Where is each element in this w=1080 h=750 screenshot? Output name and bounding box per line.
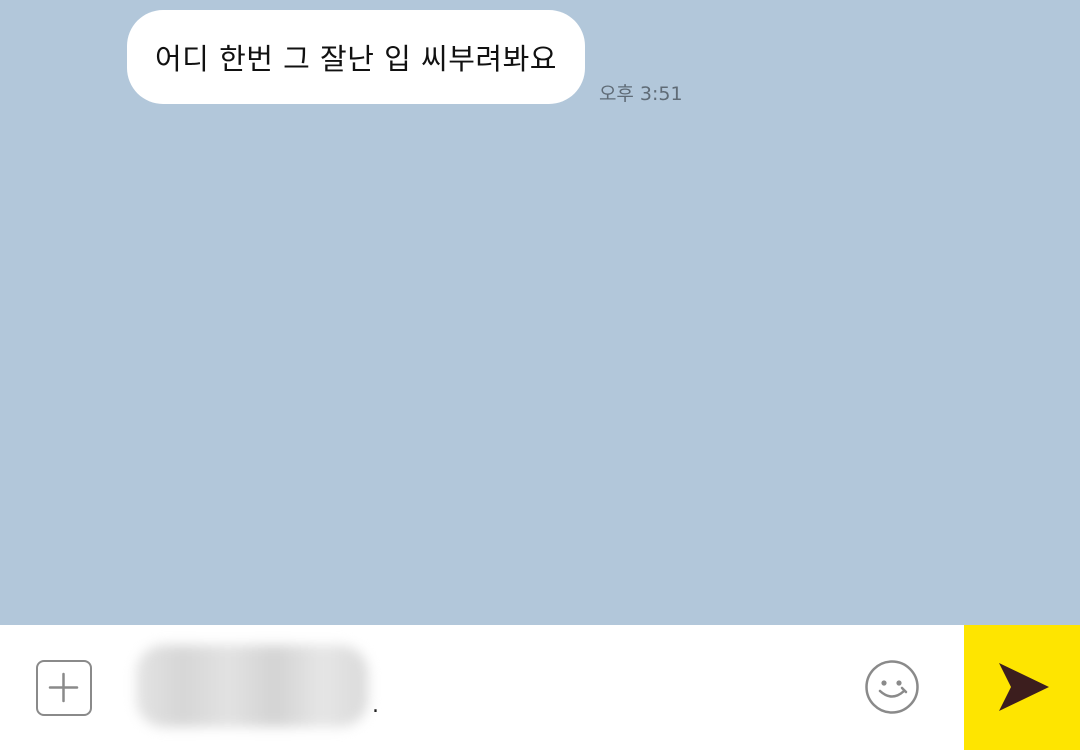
smiley-icon [865,660,919,714]
message-timestamp: 오후 3:51 [598,83,683,105]
message-bubble[interactable]: 어디 한번 그 잘난 입 씨부려봐요 [127,10,585,104]
message-row: 어디 한번 그 잘난 입 씨부려봐요 오후 3:51 [127,10,683,105]
redacted-text-blur [136,645,368,727]
attach-button[interactable] [36,660,92,716]
message-text: 어디 한번 그 잘난 입 씨부려봐요 [155,42,557,76]
message-input-bar: . [0,625,1080,750]
paper-plane-icon [999,663,1049,711]
emoji-button[interactable] [863,658,921,716]
chat-area: 어디 한번 그 잘난 입 씨부려봐요 오후 3:51 [0,0,1080,625]
plus-square-icon [48,672,79,703]
send-button[interactable] [964,625,1080,750]
composer-trailing-char: . [372,693,379,718]
